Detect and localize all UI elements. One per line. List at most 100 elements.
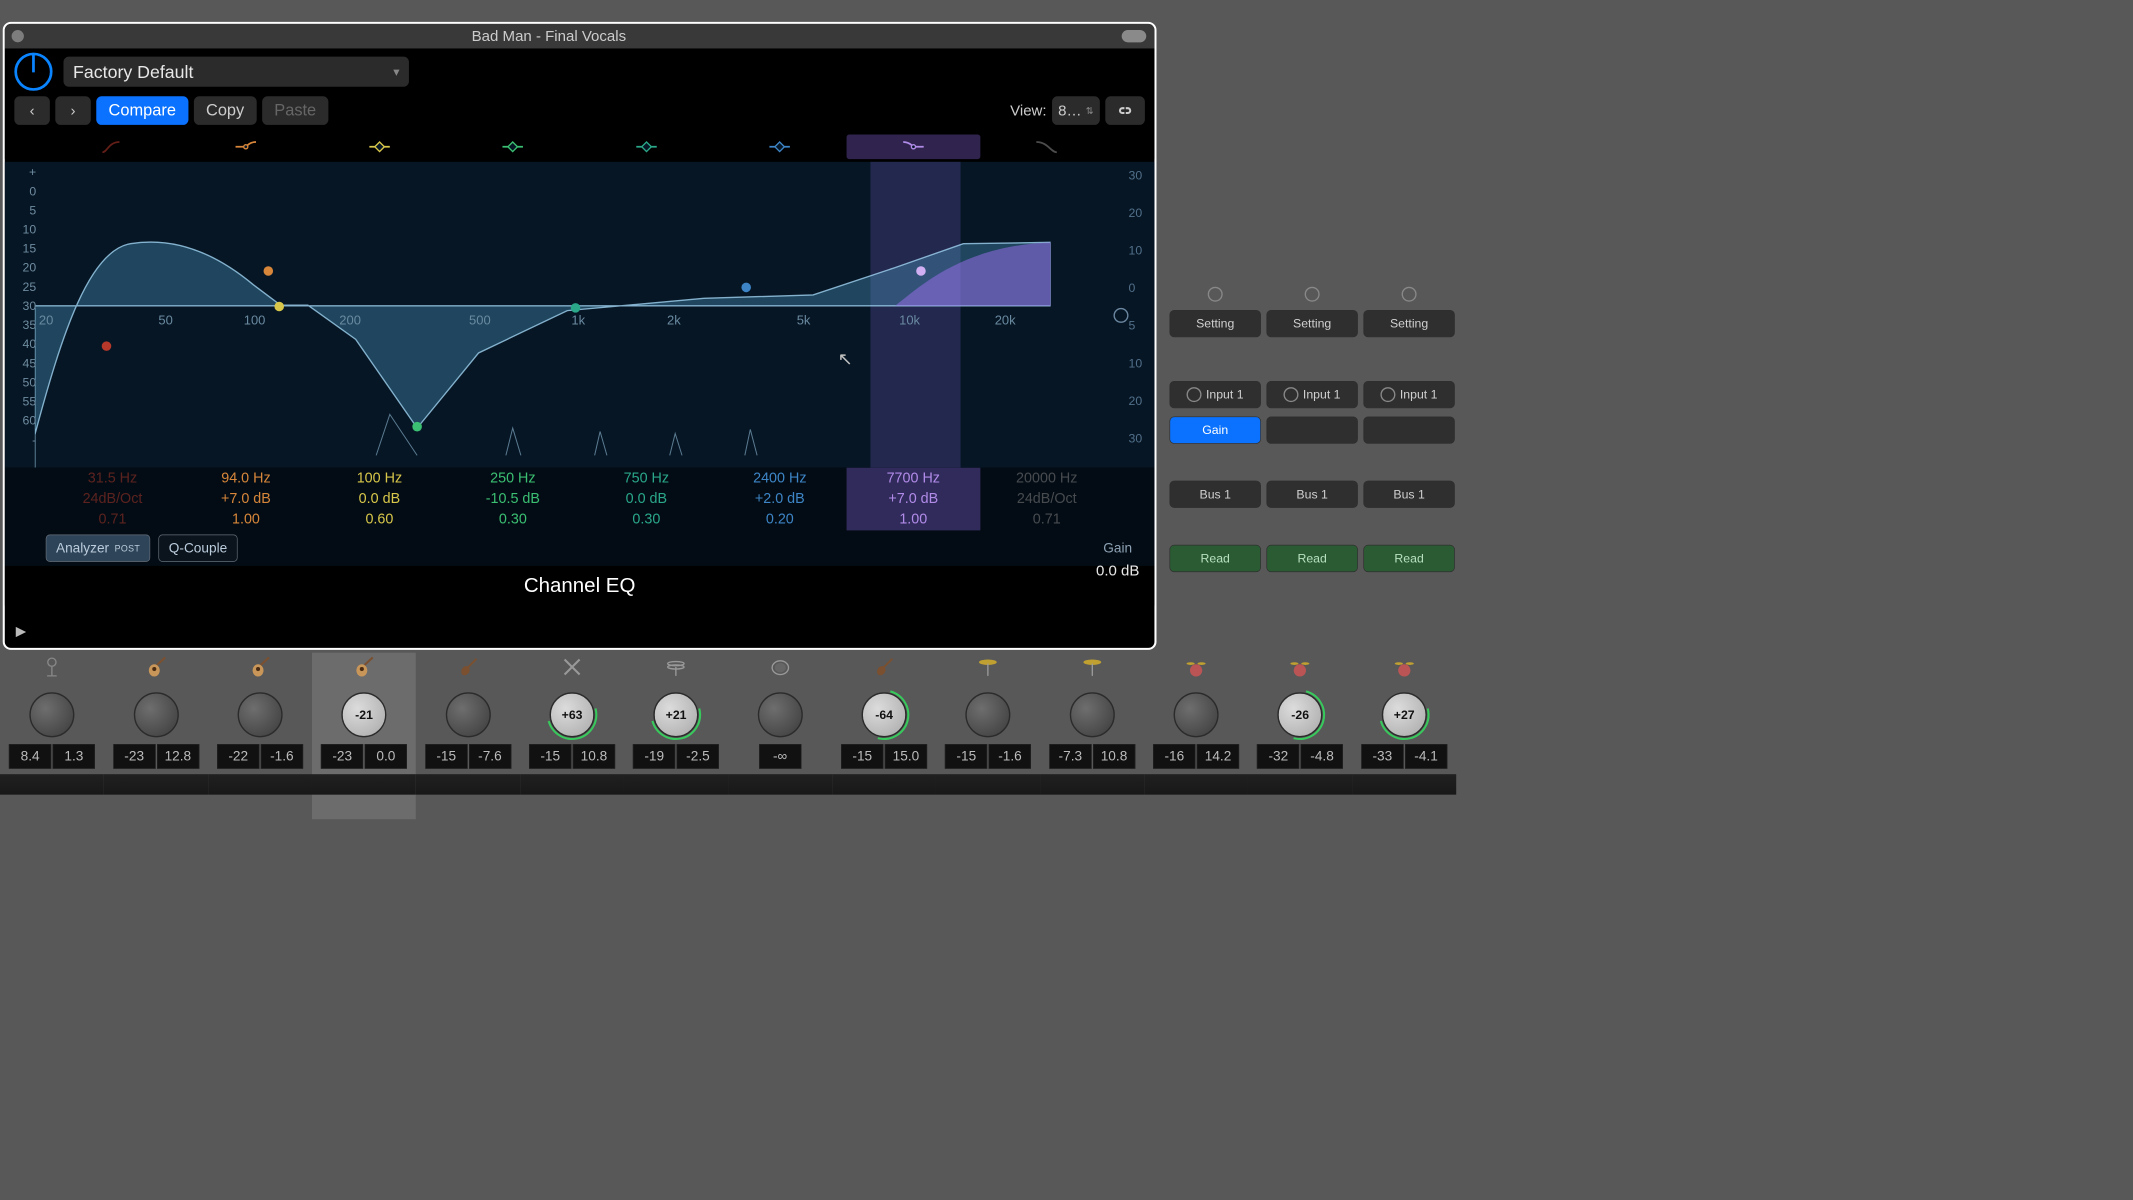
fader[interactable] [624, 774, 728, 794]
bus-selector[interactable]: Bus 1 [1266, 481, 1357, 508]
eq-graph[interactable]: +051015202530354045505560- 3020100510203… [5, 162, 1155, 468]
band-8-icon[interactable] [980, 134, 1113, 159]
pan-knob[interactable]: -21 [342, 692, 387, 737]
channel-strip-12[interactable]: -1614.2 [1144, 653, 1248, 820]
meter-readout: -19-2.5 [633, 744, 719, 769]
fader[interactable] [1248, 774, 1352, 794]
preset-dropdown[interactable]: Factory Default ▾ [63, 57, 408, 87]
compare-button[interactable]: Compare [96, 96, 188, 125]
input-selector[interactable]: Input 1 [1266, 381, 1357, 408]
link-button[interactable] [1105, 96, 1145, 125]
bottom-controls: AnalyzerPOST Q-Couple [5, 530, 1155, 566]
read-button[interactable]: Read [1266, 545, 1357, 572]
channel-strip-13[interactable]: -26-32-4.8 [1248, 653, 1352, 820]
channel-strip-7[interactable]: +21 -19-2.5 [624, 653, 728, 820]
paste-button[interactable]: Paste [262, 96, 328, 125]
close-button[interactable] [12, 30, 24, 42]
channel-strip-4[interactable]: -21-230.0 [312, 653, 416, 820]
hihat-icon [662, 655, 691, 684]
channel-strip-2[interactable]: -2312.8 [104, 653, 208, 820]
band-3-params[interactable]: 100 Hz0.0 dB0.60 [313, 468, 446, 531]
channel-strip-6[interactable]: +63-1510.8 [520, 653, 624, 820]
band-4-icon[interactable] [446, 134, 579, 159]
y-axis-right: 30201005102030 [1128, 169, 1142, 446]
channel-strip-5[interactable]: -15-7.6 [416, 653, 520, 820]
band-2-params[interactable]: 94.0 Hz+7.0 dB1.00 [179, 468, 312, 531]
band-5-icon[interactable] [580, 134, 713, 159]
pan-knob[interactable] [29, 692, 74, 737]
setting-button[interactable]: Setting [1266, 310, 1357, 337]
pan-knob[interactable] [758, 692, 803, 737]
fader[interactable] [416, 774, 520, 794]
band-1-params[interactable]: 31.5 Hz24dB/Oct0.71 [46, 468, 179, 531]
fader[interactable] [1352, 774, 1456, 794]
fader[interactable] [0, 774, 104, 794]
fader[interactable] [832, 774, 936, 794]
channel-strip-9[interactable]: -64-1515.0 [832, 653, 936, 820]
band-5-params[interactable]: 750 Hz0.0 dB0.30 [580, 468, 713, 531]
fader[interactable] [520, 774, 624, 794]
qcouple-button[interactable]: Q-Couple [159, 535, 238, 562]
next-preset-button[interactable]: › [55, 96, 91, 125]
input-selector[interactable]: Input 1 [1169, 381, 1260, 408]
titlebar[interactable]: Bad Man - Final Vocals [5, 24, 1155, 49]
pan-knob[interactable] [966, 692, 1011, 737]
band-7-params[interactable]: 7700 Hz+7.0 dB1.00 [847, 468, 980, 531]
band-6-params[interactable]: 2400 Hz+2.0 dB0.20 [713, 468, 846, 531]
band-1-icon[interactable] [46, 134, 179, 159]
fader[interactable] [1040, 774, 1144, 794]
band-4-params[interactable]: 250 Hz-10.5 dB0.30 [446, 468, 579, 531]
band-8-params[interactable]: 20000 Hz24dB/Oct0.71 [980, 468, 1113, 531]
pan-knob[interactable] [238, 692, 283, 737]
drumkit-icon [1182, 655, 1211, 684]
master-gain[interactable]: Gain 0.0 dB [1096, 541, 1139, 580]
pan-knob[interactable]: -26 [1278, 692, 1323, 737]
gain-slot[interactable] [1266, 416, 1357, 443]
channel-strip-3[interactable]: -22-1.6 [208, 653, 312, 820]
setting-button[interactable]: Setting [1363, 310, 1454, 337]
gain-knob[interactable] [1113, 308, 1128, 323]
bus-selector[interactable]: Bus 1 [1169, 481, 1260, 508]
copy-button[interactable]: Copy [194, 96, 257, 125]
plugin-window: Bad Man - Final Vocals Factory Default ▾… [3, 22, 1157, 650]
fader[interactable] [208, 774, 312, 794]
band-3-icon[interactable] [313, 134, 446, 159]
pan-knob[interactable]: +27 [1382, 692, 1427, 737]
band-2-icon[interactable] [179, 134, 312, 159]
pan-knob[interactable] [446, 692, 491, 737]
window-pill[interactable] [1122, 30, 1147, 42]
pan-knob[interactable]: +21 [654, 692, 699, 737]
band-7-icon[interactable] [847, 134, 980, 159]
pan-knob[interactable] [1070, 692, 1115, 737]
band-6-icon[interactable] [713, 134, 846, 159]
setting-button[interactable]: Setting [1169, 310, 1260, 337]
fader[interactable] [1144, 774, 1248, 794]
toolbar-row2: ‹ › Compare Copy Paste View: 8…⇅ [5, 91, 1155, 128]
read-button[interactable]: Read [1169, 545, 1260, 572]
pan-knob[interactable]: -64 [862, 692, 907, 737]
pan-knob[interactable] [1174, 692, 1219, 737]
pan-knob[interactable] [133, 692, 178, 737]
disclosure-triangle[interactable]: ▶ [16, 623, 27, 640]
fader[interactable] [104, 774, 208, 794]
read-button[interactable]: Read [1363, 545, 1454, 572]
gain-button[interactable]: Gain [1169, 416, 1260, 443]
fader[interactable] [312, 774, 416, 794]
analyzer-button[interactable]: AnalyzerPOST [46, 535, 151, 562]
drumkit-icon [1286, 655, 1315, 684]
view-dropdown[interactable]: 8…⇅ [1052, 96, 1100, 125]
channel-strip-8[interactable]: -∞ [728, 653, 832, 820]
bus-selector[interactable]: Bus 1 [1363, 481, 1454, 508]
power-button[interactable] [14, 53, 52, 91]
input-selector[interactable]: Input 1 [1363, 381, 1454, 408]
channel-strip-11[interactable]: -7.310.8 [1040, 653, 1144, 820]
mic-icon [38, 655, 67, 684]
channel-strip-10[interactable]: -15-1.6 [936, 653, 1040, 820]
fader[interactable] [936, 774, 1040, 794]
channel-strip-1[interactable]: 8.41.3 [0, 653, 104, 820]
fader[interactable] [728, 774, 832, 794]
pan-knob[interactable]: +63 [550, 692, 595, 737]
channel-strip-14[interactable]: +27-33-4.1 [1352, 653, 1456, 820]
prev-preset-button[interactable]: ‹ [14, 96, 50, 125]
gain-slot[interactable] [1363, 416, 1454, 443]
